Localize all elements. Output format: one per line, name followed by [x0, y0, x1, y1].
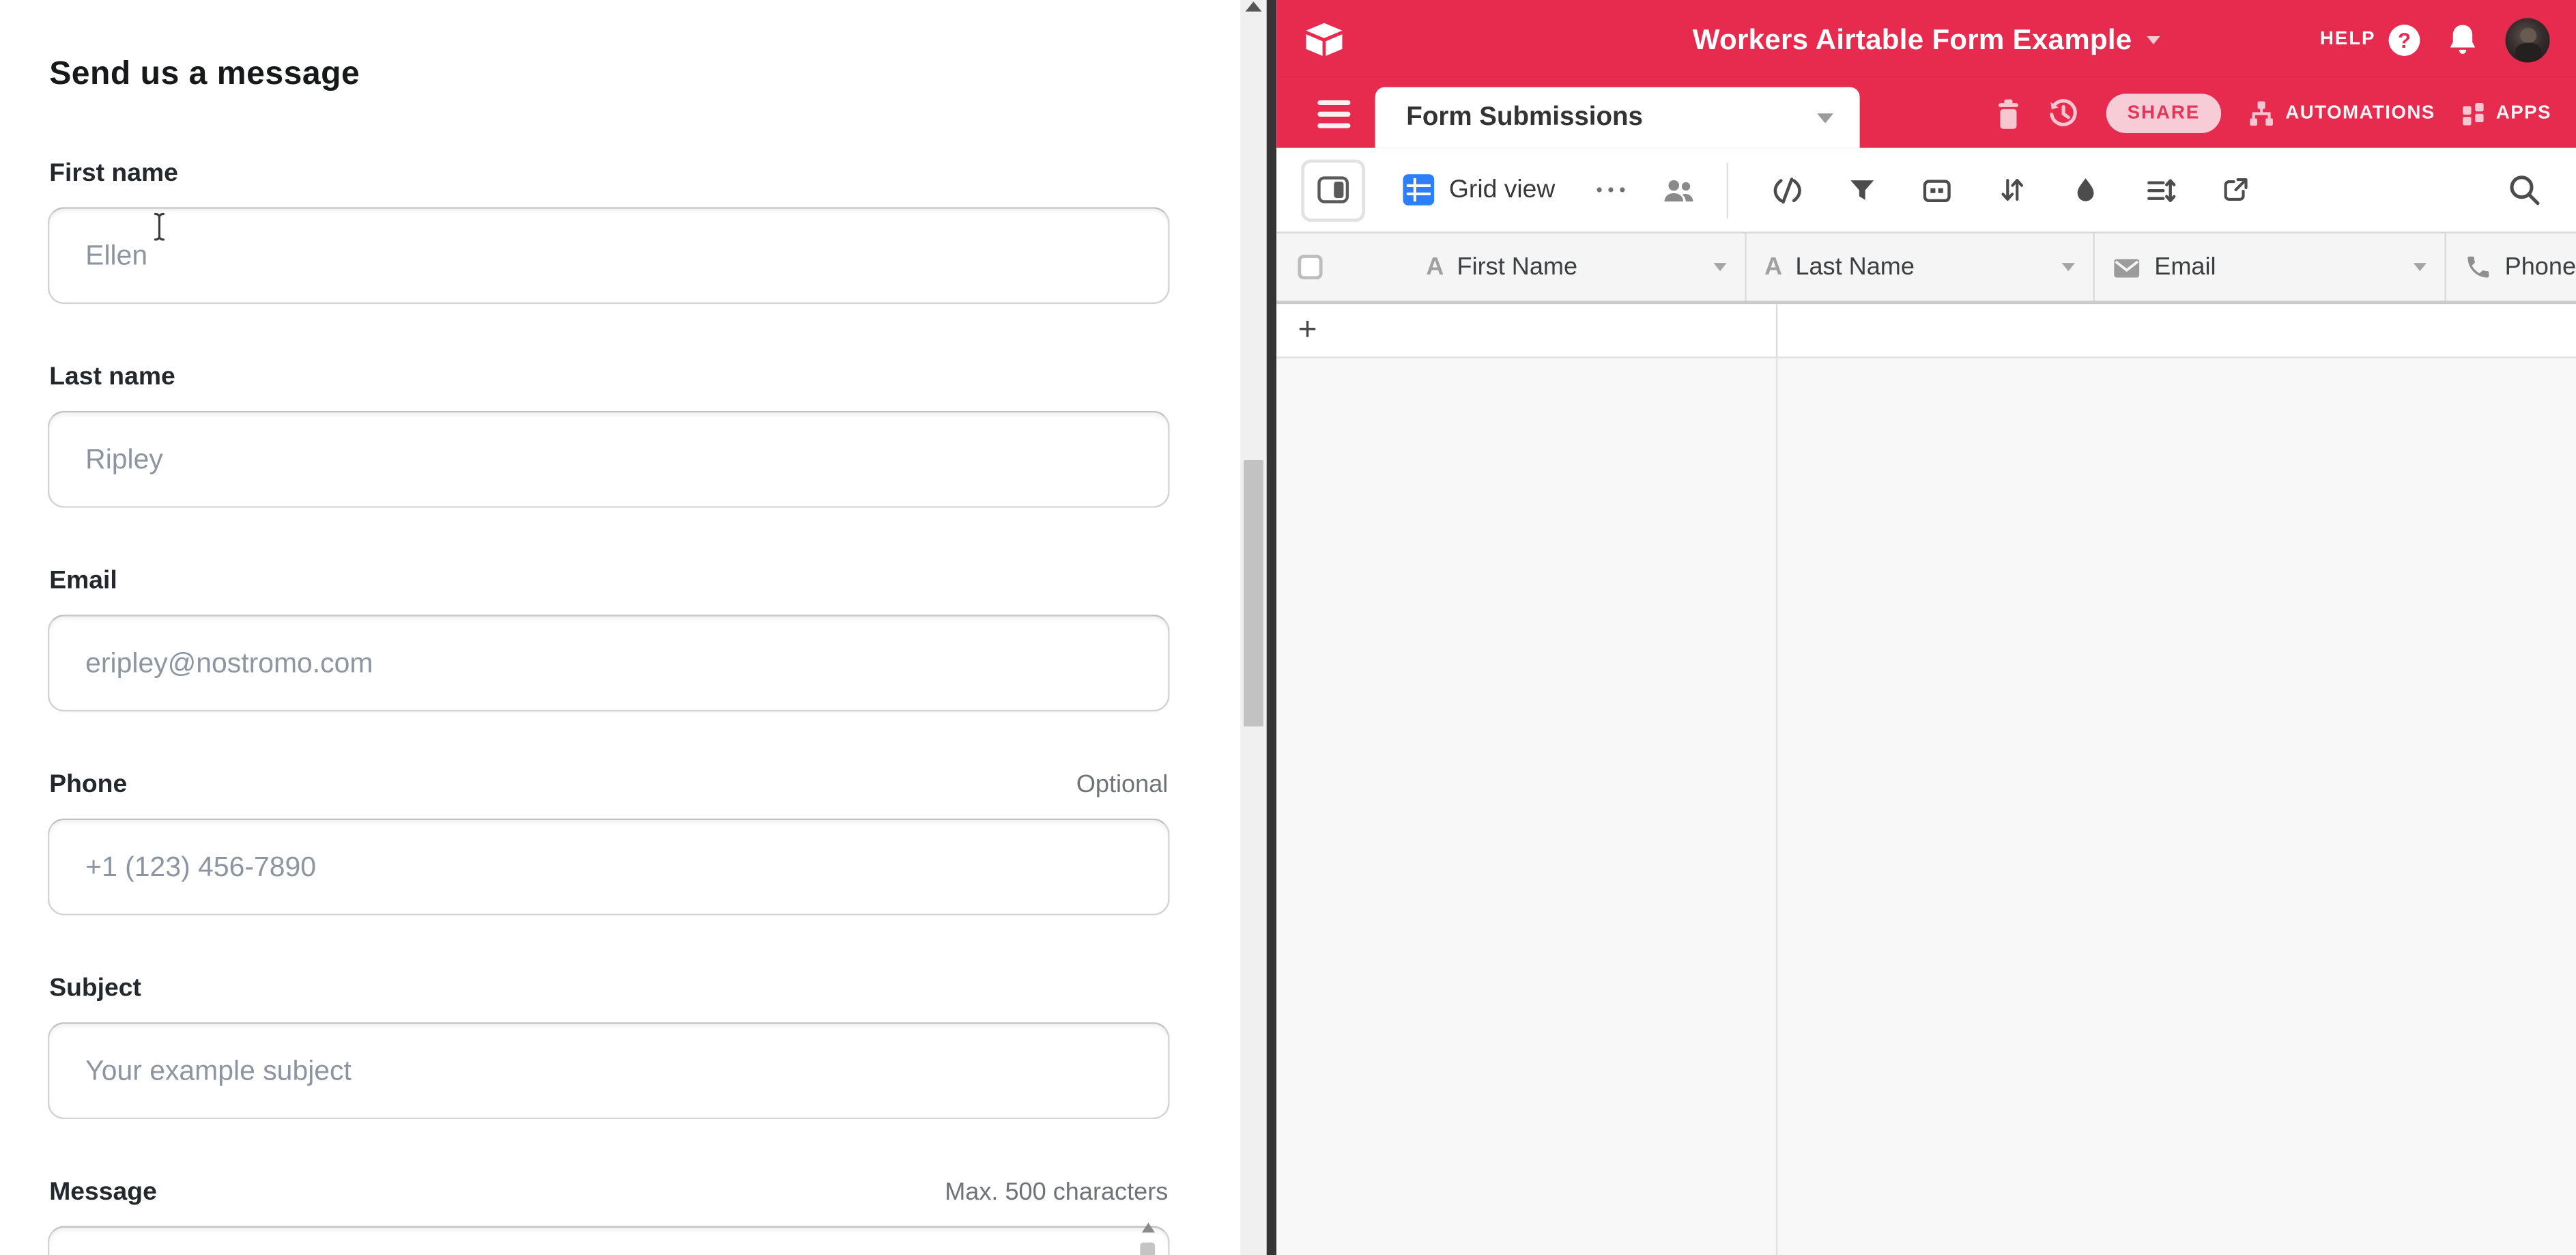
phone-group: Phone Optional: [48, 771, 1170, 916]
left-pane-scrollbar[interactable]: [1240, 0, 1267, 1255]
last-name-group: Last name: [48, 363, 1170, 508]
tab-chevron-down-icon: [1817, 113, 1833, 122]
tab-form-submissions[interactable]: Form Submissions: [1375, 87, 1860, 148]
last-name-label: Last name: [49, 363, 175, 393]
first-name-label: First name: [49, 159, 178, 188]
email-field-type-icon: [2113, 255, 2141, 279]
column-chevron-down-icon[interactable]: [1713, 263, 1726, 271]
apps-label: APPS: [2496, 104, 2551, 124]
select-all-checkbox[interactable]: [1298, 255, 1322, 279]
trash-icon[interactable]: [1996, 98, 2020, 129]
form-heading: Send us a message: [49, 56, 1170, 94]
sidebar-menu-icon[interactable]: [1317, 100, 1350, 128]
text-cursor-icon: [151, 212, 167, 249]
notifications-bell-icon[interactable]: [2448, 23, 2477, 56]
table-tab-label: Form Submissions: [1406, 102, 1643, 132]
search-icon[interactable]: [2507, 173, 2542, 208]
grid-header-row: A First Name A Last Name Email: [1276, 231, 2576, 304]
message-scrollbar[interactable]: [1137, 1216, 1160, 1255]
column-chevron-down-icon[interactable]: [2413, 263, 2426, 271]
help-button[interactable]: HELP ?: [2320, 24, 2420, 55]
row-height-icon[interactable]: [2144, 173, 2177, 206]
add-record-plus-icon[interactable]: +: [1298, 314, 1317, 347]
airtable-topbar: Workers Airtable Form Example HELP ?: [1276, 0, 2576, 79]
text-field-type-icon: A: [1764, 253, 1782, 281]
message-group: Message Max. 500 characters: [48, 1179, 1170, 1255]
color-icon[interactable]: [2070, 174, 2102, 206]
phone-field-type-icon: [2463, 253, 2491, 281]
left-pane-scrollbar-thumb[interactable]: [1244, 460, 1263, 727]
contact-form-pane: Send us a message First name Last name E…: [0, 0, 1240, 1255]
column-divider: [1776, 304, 1777, 356]
base-title: Workers Airtable Form Example: [1693, 22, 2132, 57]
sidebar-toggle-button[interactable]: [1301, 158, 1365, 221]
message-label: Message: [49, 1179, 157, 1208]
filter-icon[interactable]: [1847, 174, 1878, 206]
screenshot-stage: Send us a message First name Last name E…: [0, 0, 2576, 1255]
phone-optional-hint: Optional: [1076, 771, 1168, 799]
apps-button[interactable]: APPS: [2461, 101, 2551, 126]
scrollbar-up-icon[interactable]: [1245, 1, 1261, 11]
airtable-tabbar: Form Submissions: [1276, 79, 2576, 148]
history-icon[interactable]: [2047, 97, 2080, 130]
automations-label: AUTOMATIONS: [2285, 104, 2435, 124]
view-name: Grid view: [1449, 175, 1556, 204]
email-group: Email: [48, 567, 1170, 711]
user-avatar[interactable]: [2506, 17, 2550, 61]
sort-icon[interactable]: [1997, 174, 2028, 206]
hide-fields-icon[interactable]: [1771, 173, 1804, 206]
automations-button[interactable]: AUTOMATIONS: [2248, 100, 2435, 128]
phone-label: Phone: [49, 771, 127, 800]
message-textarea[interactable]: [48, 1226, 1170, 1255]
message-max-hint: Max. 500 characters: [945, 1179, 1168, 1207]
base-title-menu[interactable]: Workers Airtable Form Example: [1693, 0, 2160, 79]
column-header-email[interactable]: Email: [2095, 234, 2446, 301]
airtable-window: Workers Airtable Form Example HELP ?: [1276, 0, 2576, 1255]
help-label: HELP: [2320, 29, 2376, 49]
add-record-row[interactable]: +: [1276, 304, 2576, 358]
question-icon[interactable]: ?: [2389, 24, 2420, 55]
subject-input[interactable]: [48, 1022, 1170, 1119]
automations-icon: [2248, 100, 2276, 128]
share-view-icon[interactable]: [2220, 174, 2251, 206]
grid-empty-area: [1276, 358, 2576, 1255]
view-options-ellipsis-icon[interactable]: [1597, 187, 1625, 193]
subject-label: Subject: [49, 974, 141, 1004]
share-button[interactable]: SHARE: [2106, 94, 2221, 133]
view-toolbar: Grid view: [1276, 148, 2576, 232]
window-divider: [1267, 0, 1276, 1255]
text-field-type-icon: A: [1426, 253, 1444, 281]
grid-view-button[interactable]: Grid view: [1403, 174, 1555, 206]
frozen-column-divider: [1776, 358, 1777, 1255]
column-chevron-down-icon[interactable]: [2062, 263, 2075, 271]
subject-group: Subject: [48, 974, 1170, 1119]
apps-icon: [2461, 101, 2486, 126]
column-header-phone[interactable]: Phone: [2446, 234, 2576, 301]
column-header-first-name[interactable]: A First Name: [1276, 234, 1746, 301]
phone-input[interactable]: [48, 819, 1170, 916]
scroll-up-icon[interactable]: [1142, 1223, 1155, 1232]
column-header-last-name[interactable]: A Last Name: [1747, 234, 2095, 301]
first-name-group: First name: [48, 159, 1170, 304]
share-label: SHARE: [2128, 104, 2201, 124]
airtable-logo-icon[interactable]: [1303, 21, 1346, 57]
collaborators-icon[interactable]: [1661, 174, 1696, 206]
contact-form: Send us a message First name Last name E…: [0, 0, 1170, 1255]
email-label: Email: [49, 567, 117, 596]
grid-view-icon: [1403, 174, 1434, 206]
email-input[interactable]: [48, 615, 1170, 711]
group-icon[interactable]: [1921, 173, 1954, 206]
toolbar-divider: [1727, 162, 1728, 218]
chevron-down-icon: [2147, 36, 2160, 44]
message-scrollbar-thumb[interactable]: [1140, 1243, 1155, 1255]
last-name-input[interactable]: [48, 411, 1170, 508]
first-name-input[interactable]: [48, 207, 1170, 304]
